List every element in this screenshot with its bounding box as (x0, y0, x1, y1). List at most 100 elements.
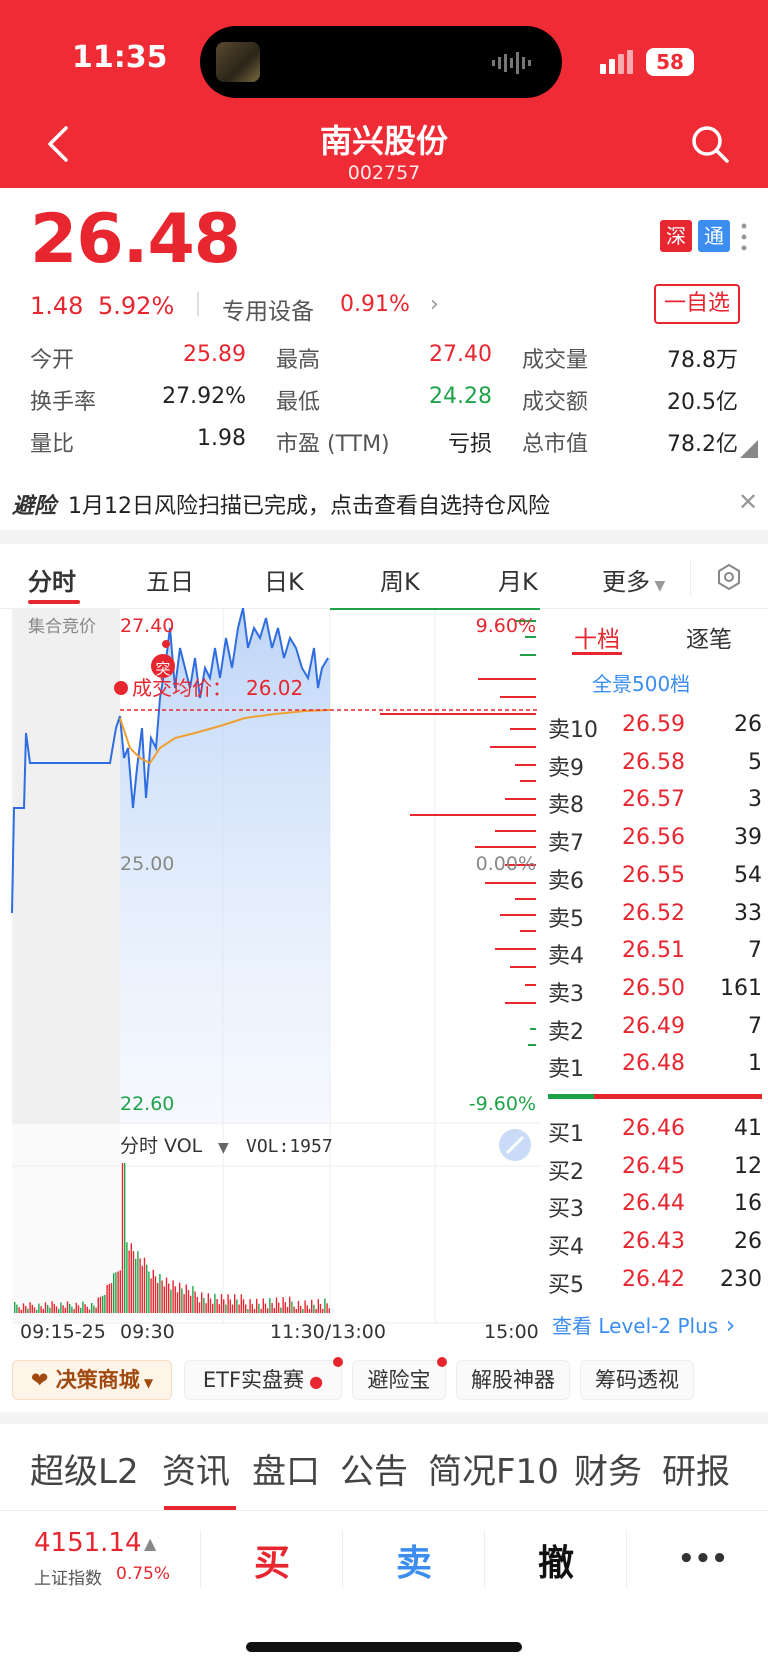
more-vertical-icon[interactable] (740, 222, 748, 252)
risk-notice-text[interactable]: 1月12日风险扫描已完成，点击查看自选持仓风险 (68, 488, 550, 520)
tab-daily-k[interactable]: 日K (264, 562, 304, 597)
sell-level-row[interactable]: 卖2 26.49 7 (540, 1014, 768, 1052)
volume-bar (317, 1299, 319, 1313)
close-icon[interactable]: ✕ (738, 488, 758, 516)
tab-tick-by-tick[interactable]: 逐笔 (686, 620, 732, 654)
sell-level-row[interactable]: 卖5 26.52 33 (540, 901, 768, 939)
tab-research[interactable]: 研报 (662, 1444, 730, 1493)
sell-level-row[interactable]: 卖6 26.55 54 (540, 863, 768, 901)
buy-level-row[interactable]: 买1 26.46 41 (540, 1116, 768, 1154)
tab-five-day[interactable]: 五日 (146, 562, 194, 597)
y-axis-mid: 25.00 (120, 853, 174, 875)
home-indicator (246, 1642, 522, 1652)
heart-icon: ❤ (30, 1368, 56, 1392)
tab-super-l2[interactable]: 超级L2 (30, 1444, 139, 1493)
tab-announcements[interactable]: 公告 (340, 1444, 408, 1493)
volume-bar (152, 1269, 154, 1313)
cancel-order-button[interactable]: 撤 (538, 1534, 574, 1586)
volume-bar (273, 1308, 275, 1313)
average-price-label: 成交均价： (132, 676, 232, 700)
sell-level-row[interactable]: 卖7 26.56 39 (540, 825, 768, 863)
volume-bar (218, 1304, 220, 1313)
more-button[interactable]: ••• (678, 1544, 728, 1574)
volume-bar (311, 1299, 313, 1313)
volume-bar (313, 1304, 315, 1313)
hedge-pill[interactable]: 避险宝 (352, 1357, 447, 1400)
volume-bar (264, 1303, 267, 1313)
volume-bar (196, 1296, 198, 1313)
sell-level-row[interactable]: 卖10 26.59 26 (540, 712, 768, 750)
limit-up-line (330, 608, 540, 610)
volume-bar (253, 1309, 256, 1313)
level-qty: 39 (734, 825, 762, 851)
tab-news[interactable]: 资讯 (162, 1444, 230, 1493)
volume-bar (245, 1304, 247, 1313)
volume-bar (47, 1305, 49, 1313)
volume-bar (60, 1302, 62, 1313)
tab-more-label: 更多 (602, 568, 650, 596)
index-value[interactable]: 4151.14 (34, 1528, 142, 1558)
level2-link[interactable]: 查看 Level-2 Plus › (552, 1310, 735, 1339)
level-qty: 230 (720, 1266, 762, 1292)
current-price: 26.48 (30, 200, 241, 279)
sell-button[interactable]: 卖 (396, 1534, 432, 1586)
tab-monthly-k[interactable]: 月K (498, 562, 538, 597)
level-label: 卖6 (548, 868, 584, 894)
add-watchlist-button[interactable]: 一自选 (654, 284, 740, 324)
volume-bar (267, 1308, 269, 1313)
volume-bar (240, 1294, 242, 1313)
volume-bar (176, 1292, 179, 1313)
search-icon[interactable] (690, 124, 730, 164)
volume-bar (223, 1299, 225, 1313)
sell-level-row[interactable]: 卖4 26.51 7 (540, 938, 768, 976)
sell-level-row[interactable]: 卖3 26.50 161 (540, 976, 768, 1014)
settings-icon[interactable] (716, 564, 742, 590)
buy-level-row[interactable]: 买2 26.45 12 (540, 1154, 768, 1192)
tab-intraday[interactable]: 分时 (28, 562, 76, 597)
x-label-midday: 11:30/13:00 (270, 1321, 386, 1343)
volume-bar (291, 1301, 293, 1313)
decision-mall-pill[interactable]: ❤ 决策商城 ▼ (12, 1360, 172, 1400)
tab-ten-levels[interactable]: 十档 (574, 620, 620, 654)
sector-change-pct[interactable]: 0.91% (340, 292, 410, 317)
tab-weekly-k[interactable]: 周K (380, 562, 420, 597)
dropdown-caret-icon: ▼ (650, 578, 666, 594)
sell-level-row[interactable]: 卖8 26.57 3 (540, 787, 768, 825)
volume-bar (170, 1289, 172, 1313)
volume-bar (256, 1298, 258, 1313)
level-label: 买4 (548, 1235, 584, 1261)
chevron-right-icon[interactable]: › (430, 292, 439, 317)
volume-bar (49, 1307, 51, 1313)
stat-value: 78.2亿 (667, 432, 738, 457)
sell-level-row[interactable]: 卖9 26.58 5 (540, 750, 768, 788)
buy-level-row[interactable]: 买3 26.44 16 (540, 1191, 768, 1229)
buy-level-row[interactable]: 买5 26.42 230 (540, 1267, 768, 1305)
risk-notice-brand: 避险 (12, 494, 57, 519)
volume-bar (104, 1294, 106, 1313)
sell-level-row[interactable]: 卖1 26.48 1 (540, 1051, 768, 1089)
sector-name[interactable]: 专用设备 (222, 292, 314, 326)
chevron-down-icon[interactable]: ▼ (218, 1140, 229, 1156)
volume-selector[interactable]: 分时 VOL (120, 1135, 203, 1157)
volume-bar (66, 1301, 69, 1313)
etf-contest-pill[interactable]: ETF实盘赛 ● (184, 1357, 343, 1400)
volume-bar (163, 1286, 165, 1313)
stock-tool-pill[interactable]: 解股神器 (456, 1360, 570, 1400)
buy-level-row[interactable]: 买4 26.43 26 (540, 1229, 768, 1267)
level-label: 卖4 (548, 944, 584, 970)
level-qty: 54 (734, 862, 762, 888)
expand-corner-icon[interactable] (740, 440, 758, 458)
buy-button[interactable]: 买 (254, 1534, 290, 1586)
average-marker-icon (114, 681, 128, 695)
chip-distribution-pill[interactable]: 筹码透视 (580, 1360, 694, 1400)
tab-more[interactable]: 更多 ▼ (602, 562, 665, 597)
volume-bar (302, 1309, 304, 1313)
tab-finance[interactable]: 财务 (574, 1444, 642, 1493)
panorama-link[interactable]: 全景500档 (592, 668, 690, 697)
volume-bar (157, 1282, 159, 1313)
tab-f10[interactable]: 简况F10 (428, 1444, 559, 1493)
index-name[interactable]: 上证指数 (34, 1564, 102, 1589)
intraday-chart[interactable]: 突 集合竞价 27.40 25.00 22.60 9.60% 0.00% -9.… (0, 608, 540, 1348)
tab-handicap[interactable]: 盘口 (252, 1444, 320, 1493)
new-dot (333, 1357, 343, 1367)
